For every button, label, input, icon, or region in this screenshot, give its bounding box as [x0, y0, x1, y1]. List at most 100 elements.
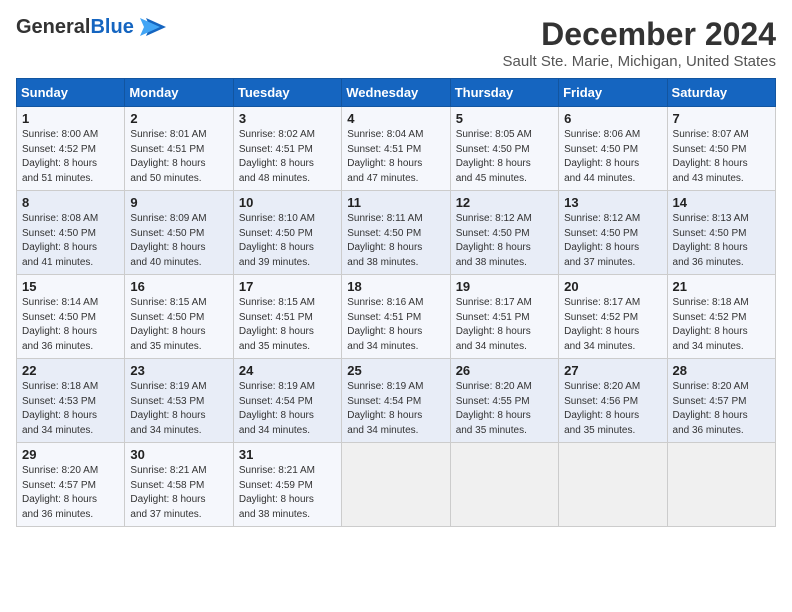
day-number: 20	[564, 279, 661, 294]
calendar-cell: 19 Sunrise: 8:17 AM Sunset: 4:51 PM Dayli…	[450, 275, 558, 359]
day-number: 4	[347, 111, 444, 126]
page-subtitle: Sault Ste. Marie, Michigan, United State…	[503, 53, 776, 70]
calendar-cell: 11Sunrise: 8:11 AM Sunset: 4:50 PM Dayli…	[342, 191, 450, 275]
day-info: Sunrise: 8:10 AM Sunset: 4:50 PM Dayligh…	[239, 212, 336, 270]
calendar-week-3: 15Sunrise: 8:14 AM Sunset: 4:50 PM Dayli…	[17, 275, 776, 359]
day-info: Sunrise: 8:17 AM Sunset: 4:51 PM Dayligh…	[456, 296, 553, 354]
weekday-header-monday: Monday	[125, 79, 233, 107]
day-info: Sunrise: 8:18 AM Sunset: 4:53 PM Dayligh…	[22, 380, 119, 438]
day-number: 10	[239, 195, 336, 210]
calendar-cell: 31 Sunrise: 8:21 AM Sunset: 4:59 PM Dayli…	[233, 443, 341, 527]
day-info: Sunrise: 8:07 AM Sunset: 4:50 PM Dayligh…	[673, 128, 770, 186]
day-info: Sunrise: 8:08 AM Sunset: 4:50 PM Dayligh…	[22, 212, 119, 270]
calendar-cell: 9 Sunrise: 8:09 AM Sunset: 4:50 PM Daylig…	[125, 191, 233, 275]
calendar-cell: 17 Sunrise: 8:15 AM Sunset: 4:51 PM Dayli…	[233, 275, 341, 359]
calendar-cell: 5 Sunrise: 8:05 AM Sunset: 4:50 PM Daylig…	[450, 107, 558, 191]
day-info: Sunrise: 8:00 AM Sunset: 4:52 PM Dayligh…	[22, 128, 119, 186]
calendar-cell: 2 Sunrise: 8:01 AM Sunset: 4:51 PM Daylig…	[125, 107, 233, 191]
calendar-cell: 24Sunrise: 8:19 AM Sunset: 4:54 PM Dayli…	[233, 359, 341, 443]
weekday-header-friday: Friday	[559, 79, 667, 107]
weekday-header-sunday: Sunday	[17, 79, 125, 107]
day-number: 21	[673, 279, 770, 294]
page-header: GeneralBlue December 2024 Sault Ste. Mar…	[16, 16, 776, 70]
calendar-cell	[559, 443, 667, 527]
calendar-cell: 8 Sunrise: 8:08 AM Sunset: 4:50 PM Daylig…	[17, 191, 125, 275]
title-area: December 2024 Sault Ste. Marie, Michigan…	[503, 16, 776, 70]
day-number: 2	[130, 111, 227, 126]
calendar-cell: 4 Sunrise: 8:04 AM Sunset: 4:51 PM Daylig…	[342, 107, 450, 191]
day-info: Sunrise: 8:19 AM Sunset: 4:54 PM Dayligh…	[347, 380, 444, 438]
day-number: 1	[22, 111, 119, 126]
calendar-cell: 30 Sunrise: 8:21 AM Sunset: 4:58 PM Dayli…	[125, 443, 233, 527]
day-number: 12	[456, 195, 553, 210]
day-info: Sunrise: 8:16 AM Sunset: 4:51 PM Dayligh…	[347, 296, 444, 354]
day-info: Sunrise: 8:01 AM Sunset: 4:51 PM Dayligh…	[130, 128, 227, 186]
calendar-week-5: 29Sunrise: 8:20 AM Sunset: 4:57 PM Dayli…	[17, 443, 776, 527]
day-number: 16	[130, 279, 227, 294]
calendar-cell	[450, 443, 558, 527]
calendar-cell: 29Sunrise: 8:20 AM Sunset: 4:57 PM Dayli…	[17, 443, 125, 527]
day-number: 18	[347, 279, 444, 294]
calendar-week-1: 1 Sunrise: 8:00 AM Sunset: 4:52 PM Daylig…	[17, 107, 776, 191]
day-info: Sunrise: 8:12 AM Sunset: 4:50 PM Dayligh…	[564, 212, 661, 270]
day-info: Sunrise: 8:20 AM Sunset: 4:55 PM Dayligh…	[456, 380, 553, 438]
day-info: Sunrise: 8:04 AM Sunset: 4:51 PM Dayligh…	[347, 128, 444, 186]
day-number: 8	[22, 195, 119, 210]
day-info: Sunrise: 8:06 AM Sunset: 4:50 PM Dayligh…	[564, 128, 661, 186]
calendar-cell: 12Sunrise: 8:12 AM Sunset: 4:50 PM Dayli…	[450, 191, 558, 275]
day-info: Sunrise: 8:09 AM Sunset: 4:50 PM Dayligh…	[130, 212, 227, 270]
calendar-cell: 23Sunrise: 8:19 AM Sunset: 4:53 PM Dayli…	[125, 359, 233, 443]
day-info: Sunrise: 8:15 AM Sunset: 4:51 PM Dayligh…	[239, 296, 336, 354]
calendar-cell	[342, 443, 450, 527]
day-info: Sunrise: 8:14 AM Sunset: 4:50 PM Dayligh…	[22, 296, 119, 354]
weekday-header-saturday: Saturday	[667, 79, 775, 107]
day-number: 3	[239, 111, 336, 126]
day-number: 13	[564, 195, 661, 210]
calendar-cell	[667, 443, 775, 527]
day-number: 6	[564, 111, 661, 126]
day-info: Sunrise: 8:13 AM Sunset: 4:50 PM Dayligh…	[673, 212, 770, 270]
calendar-cell: 16 Sunrise: 8:15 AM Sunset: 4:50 PM Dayli…	[125, 275, 233, 359]
day-info: Sunrise: 8:18 AM Sunset: 4:52 PM Dayligh…	[673, 296, 770, 354]
day-info: Sunrise: 8:17 AM Sunset: 4:52 PM Dayligh…	[564, 296, 661, 354]
calendar-cell: 18 Sunrise: 8:16 AM Sunset: 4:51 PM Dayli…	[342, 275, 450, 359]
day-number: 22	[22, 363, 119, 378]
calendar-cell: 25 Sunrise: 8:19 AM Sunset: 4:54 PM Dayli…	[342, 359, 450, 443]
page-title: December 2024	[503, 16, 776, 53]
calendar-cell: 7 Sunrise: 8:07 AM Sunset: 4:50 PM Daylig…	[667, 107, 775, 191]
weekday-header-wednesday: Wednesday	[342, 79, 450, 107]
calendar-cell: 13 Sunrise: 8:12 AM Sunset: 4:50 PM Dayli…	[559, 191, 667, 275]
logo-text: GeneralBlue	[16, 16, 134, 38]
calendar-cell: 22 Sunrise: 8:18 AM Sunset: 4:53 PM Dayli…	[17, 359, 125, 443]
day-number: 27	[564, 363, 661, 378]
calendar-cell: 10 Sunrise: 8:10 AM Sunset: 4:50 PM Dayli…	[233, 191, 341, 275]
calendar-week-4: 22 Sunrise: 8:18 AM Sunset: 4:53 PM Dayli…	[17, 359, 776, 443]
day-info: Sunrise: 8:15 AM Sunset: 4:50 PM Dayligh…	[130, 296, 227, 354]
day-number: 5	[456, 111, 553, 126]
calendar-cell: 3Sunrise: 8:02 AM Sunset: 4:51 PM Daylig…	[233, 107, 341, 191]
day-info: Sunrise: 8:05 AM Sunset: 4:50 PM Dayligh…	[456, 128, 553, 186]
day-number: 26	[456, 363, 553, 378]
day-number: 25	[347, 363, 444, 378]
calendar-cell: 28Sunrise: 8:20 AM Sunset: 4:57 PM Dayli…	[667, 359, 775, 443]
day-number: 11	[347, 195, 444, 210]
day-info: Sunrise: 8:20 AM Sunset: 4:57 PM Dayligh…	[22, 464, 119, 522]
calendar-body: 1 Sunrise: 8:00 AM Sunset: 4:52 PM Daylig…	[17, 107, 776, 527]
day-info: Sunrise: 8:21 AM Sunset: 4:58 PM Dayligh…	[130, 464, 227, 522]
calendar-week-2: 8 Sunrise: 8:08 AM Sunset: 4:50 PM Daylig…	[17, 191, 776, 275]
weekday-header-thursday: Thursday	[450, 79, 558, 107]
logo: GeneralBlue	[16, 16, 168, 38]
day-number: 31	[239, 447, 336, 462]
calendar-cell: 21 Sunrise: 8:18 AM Sunset: 4:52 PM Dayli…	[667, 275, 775, 359]
day-number: 7	[673, 111, 770, 126]
day-number: 17	[239, 279, 336, 294]
day-info: Sunrise: 8:19 AM Sunset: 4:54 PM Dayligh…	[239, 380, 336, 438]
day-info: Sunrise: 8:21 AM Sunset: 4:59 PM Dayligh…	[239, 464, 336, 522]
calendar-cell: 15Sunrise: 8:14 AM Sunset: 4:50 PM Dayli…	[17, 275, 125, 359]
calendar-cell: 26 Sunrise: 8:20 AM Sunset: 4:55 PM Dayli…	[450, 359, 558, 443]
day-number: 30	[130, 447, 227, 462]
day-number: 9	[130, 195, 227, 210]
day-info: Sunrise: 8:19 AM Sunset: 4:53 PM Dayligh…	[130, 380, 227, 438]
day-number: 19	[456, 279, 553, 294]
calendar-cell: 14Sunrise: 8:13 AM Sunset: 4:50 PM Dayli…	[667, 191, 775, 275]
